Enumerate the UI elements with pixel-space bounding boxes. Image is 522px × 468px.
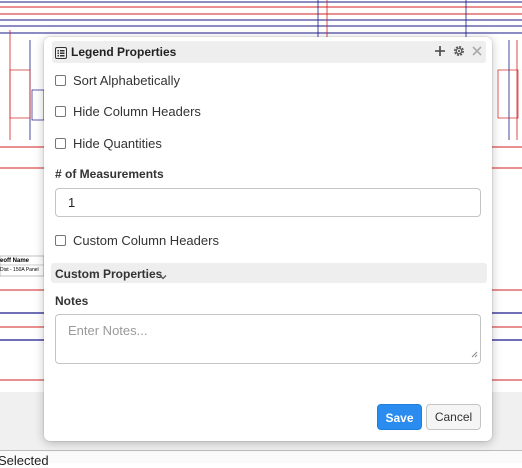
custom-column-headers-checkbox[interactable] — [55, 234, 66, 246]
custom-properties-toggle[interactable]: Custom Properties — [51, 263, 487, 283]
measurements-input[interactable]: 1 — [55, 188, 481, 217]
resize-handle-icon[interactable] — [470, 346, 478, 361]
notes-placeholder: Enter Notes... — [68, 323, 148, 338]
dialog-title: Legend Properties — [71, 45, 177, 59]
close-icon[interactable] — [468, 43, 485, 60]
gear-icon[interactable] — [450, 43, 467, 60]
status-text: Selected — [0, 453, 49, 468]
hide-column-headers-checkbox[interactable] — [55, 105, 66, 117]
notes-label: Notes — [55, 294, 89, 308]
snippet-header: eoff Name — [0, 258, 30, 264]
chevron-down-icon — [159, 268, 167, 286]
legend-properties-dialog: Legend Properties Sort Alphabetically Hi… — [44, 37, 492, 441]
hide-quantities-label: Hide Quantities — [73, 135, 162, 151]
sort-alphabetically-label: Sort Alphabetically — [73, 72, 180, 88]
custom-column-headers-label: Custom Column Headers — [73, 232, 219, 248]
sort-alphabetically-checkbox[interactable] — [55, 74, 66, 86]
snippet-value: Dist - 150A Panel — [0, 267, 39, 273]
sort-alphabetically-option[interactable]: Sort Alphabetically — [55, 71, 180, 89]
notes-textarea[interactable]: Enter Notes... — [55, 314, 481, 364]
hide-quantities-option[interactable]: Hide Quantities — [55, 134, 162, 152]
save-button[interactable]: Save — [377, 404, 422, 430]
hide-quantities-checkbox[interactable] — [55, 137, 66, 149]
custom-properties-label: Custom Properties — [55, 267, 163, 281]
custom-column-headers-option[interactable]: Custom Column Headers — [55, 231, 219, 249]
measurements-label: # of Measurements — [55, 167, 164, 181]
status-bar: Selected — [0, 450, 522, 468]
hide-column-headers-label: Hide Column Headers — [73, 103, 201, 119]
list-icon — [55, 46, 67, 59]
cancel-button[interactable]: Cancel — [426, 404, 481, 430]
dialog-titlebar[interactable]: Legend Properties — [52, 41, 486, 63]
plus-icon[interactable] — [431, 43, 448, 60]
hide-column-headers-option[interactable]: Hide Column Headers — [55, 102, 201, 120]
